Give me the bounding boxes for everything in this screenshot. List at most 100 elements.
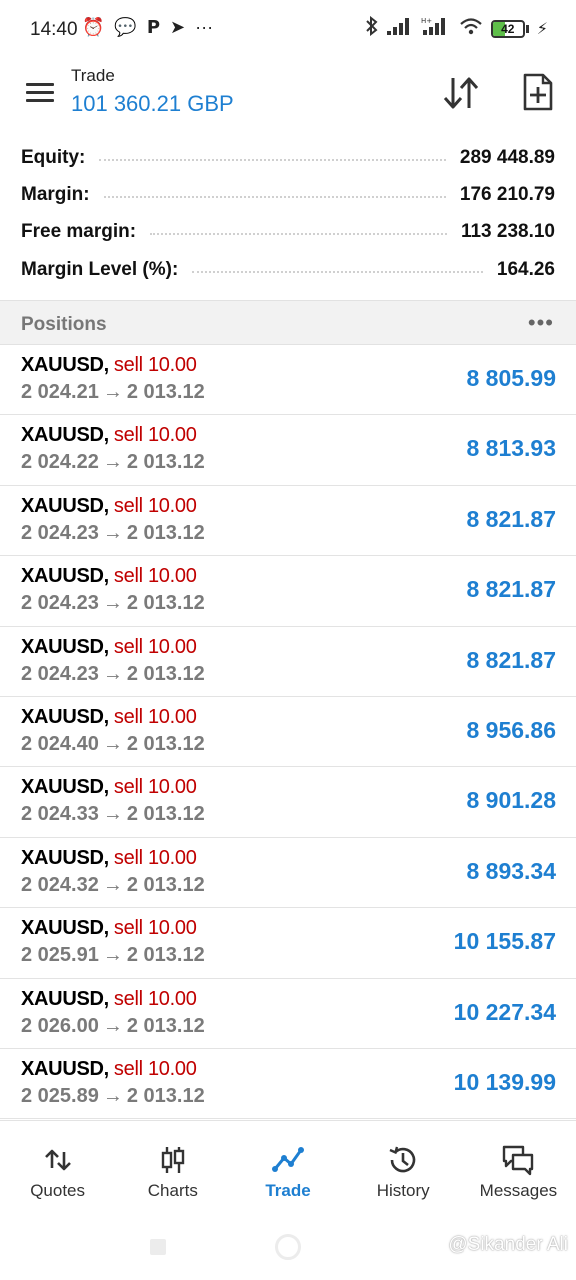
open-price: 2 024.23 bbox=[21, 662, 99, 685]
free-margin-row: Free margin: 113 238.10 bbox=[21, 214, 555, 250]
wifi-icon bbox=[459, 17, 483, 40]
recent-apps-button[interactable] bbox=[150, 1239, 166, 1255]
position-side: sell 10.00 bbox=[113, 354, 197, 376]
current-price: 2 013.12 bbox=[126, 381, 205, 403]
open-price: 2 024.32 bbox=[21, 873, 99, 896]
position-profit: 8 821.87 bbox=[466, 646, 556, 673]
margin-level-row: Margin Level (%): 164.26 bbox=[21, 252, 555, 288]
chat-bubble-icon: 💬 bbox=[114, 17, 137, 37]
positions-list: XAUUSD, sell 10.00 2 024.21 → 2 013.12 8 80… bbox=[0, 345, 576, 1120]
nav-history[interactable]: History bbox=[346, 1121, 461, 1218]
position-profit: 8 893.34 bbox=[466, 857, 556, 884]
quotes-icon bbox=[44, 1149, 71, 1171]
open-price: 2 024.40 bbox=[21, 732, 99, 755]
arrow-right-icon: → bbox=[102, 1084, 123, 1107]
menu-button[interactable] bbox=[26, 78, 56, 108]
position-row[interactable]: XAUUSD, sell 10.00 2 024.32 → 2 013.12 8 89… bbox=[0, 838, 576, 909]
charts-icon bbox=[161, 1147, 184, 1173]
status-time: 14:40 bbox=[30, 19, 78, 40]
home-button[interactable] bbox=[275, 1234, 301, 1260]
position-side: sell 10.00 bbox=[113, 917, 197, 940]
watermark: @Sikander Ali bbox=[448, 1234, 568, 1255]
position-row[interactable]: XAUUSD, sell 10.00 2 025.91 → 2 013.12 10 1… bbox=[0, 908, 576, 979]
nav-charts-label: Charts bbox=[147, 1181, 198, 1200]
nav-messages[interactable]: Messages bbox=[461, 1121, 576, 1218]
sort-icon bbox=[443, 77, 479, 109]
position-symbol: XAUUSD bbox=[21, 987, 104, 1010]
margin-row: Margin: 176 210.79 bbox=[21, 177, 555, 213]
open-price: 2 024.21 bbox=[21, 381, 99, 403]
arrow-right-icon: → bbox=[102, 732, 123, 755]
margin-level-value: 164.26 bbox=[496, 259, 555, 280]
equity-row: Equity: 289 448.89 bbox=[21, 140, 555, 176]
nav-charts[interactable]: Charts bbox=[115, 1121, 230, 1218]
position-symbol: XAUUSD bbox=[21, 846, 104, 869]
position-side: sell 10.00 bbox=[113, 705, 197, 728]
position-side: sell 10.00 bbox=[113, 987, 197, 1010]
position-row[interactable]: XAUUSD, sell 10.00 2 024.40 → 2 013.12 8 95… bbox=[0, 697, 576, 768]
system-navigation: @Sikander Ali bbox=[0, 1218, 576, 1280]
position-symbol: XAUUSD bbox=[21, 354, 104, 376]
more-options-button[interactable]: ••• bbox=[528, 312, 554, 334]
parking-icon: P bbox=[146, 17, 161, 38]
nav-trade-label: Trade bbox=[265, 1181, 311, 1200]
position-side: sell 10.00 bbox=[113, 846, 197, 869]
signal-2-icon: H+ bbox=[421, 16, 451, 41]
free-margin-value: 113 238.10 bbox=[460, 221, 555, 242]
position-side: sell 10.00 bbox=[113, 1057, 197, 1080]
position-profit: 8 901.28 bbox=[466, 787, 556, 814]
nav-quotes[interactable]: Quotes bbox=[0, 1121, 115, 1218]
position-row[interactable]: XAUUSD, sell 10.00 2 024.33 → 2 013.12 8 90… bbox=[0, 767, 576, 838]
position-side: sell 10.00 bbox=[113, 565, 197, 588]
free-margin-label: Free margin: bbox=[21, 221, 137, 242]
position-row[interactable]: XAUUSD, sell 10.00 2 024.23 → 2 013.12 8 82… bbox=[0, 556, 576, 627]
position-symbol: XAUUSD bbox=[21, 917, 104, 940]
position-row[interactable]: XAUUSD, sell 10.00 2 024.23 → 2 013.12 8 82… bbox=[0, 486, 576, 557]
current-price: 2 013.12 bbox=[126, 944, 205, 967]
open-price: 2 025.91 bbox=[21, 944, 99, 967]
current-price: 2 013.12 bbox=[126, 521, 205, 544]
nav-trade[interactable]: Trade bbox=[230, 1121, 345, 1218]
position-row[interactable]: XAUUSD, sell 10.00 2 025.89 → 2 013.12 10 1… bbox=[0, 1049, 576, 1120]
open-price: 2 026.00 bbox=[21, 1014, 99, 1037]
position-profit: 8 821.87 bbox=[466, 505, 556, 532]
status-bar: 14:40 ⏰ 💬 P ➤ ··· H+ 42 ⚡ bbox=[0, 0, 576, 60]
current-price: 2 013.12 bbox=[126, 451, 205, 474]
charging-icon: ⚡ bbox=[536, 20, 548, 38]
arrow-right-icon: → bbox=[102, 873, 123, 896]
position-symbol: XAUUSD bbox=[21, 1057, 104, 1080]
open-price: 2 024.22 bbox=[21, 451, 99, 474]
sort-button[interactable] bbox=[442, 74, 480, 112]
current-price: 2 013.12 bbox=[126, 803, 205, 826]
nav-messages-label: Messages bbox=[479, 1181, 558, 1200]
position-profit: 8 805.99 bbox=[466, 365, 556, 391]
positions-title: Positions bbox=[21, 314, 107, 335]
open-price: 2 024.33 bbox=[21, 803, 99, 826]
position-profit: 8 956.86 bbox=[466, 716, 556, 743]
arrow-right-icon: → bbox=[102, 381, 123, 403]
open-price: 2 025.89 bbox=[21, 1084, 99, 1107]
app-bar: Trade 101 360.21 GBP bbox=[0, 60, 576, 138]
position-symbol: XAUUSD bbox=[21, 705, 104, 728]
position-side: sell 10.00 bbox=[113, 635, 197, 658]
position-row[interactable]: XAUUSD, sell 10.00 2 024.22 → 2 013.12 8 81… bbox=[0, 415, 576, 486]
signal-icon bbox=[386, 17, 413, 40]
margin-label: Margin: bbox=[21, 184, 90, 205]
account-balance: 101 360.21 GBP bbox=[71, 91, 234, 116]
current-price: 2 013.12 bbox=[126, 592, 205, 615]
equity-value: 289 448.89 bbox=[459, 147, 555, 168]
current-price: 2 013.12 bbox=[126, 732, 205, 755]
new-document-icon bbox=[523, 73, 553, 111]
arrow-right-icon: → bbox=[102, 592, 123, 615]
current-price: 2 013.12 bbox=[126, 1014, 205, 1037]
position-row[interactable]: XAUUSD, sell 10.00 2 024.23 → 2 013.12 8 82… bbox=[0, 627, 576, 697]
history-icon bbox=[389, 1146, 416, 1173]
position-row[interactable]: XAUUSD, sell 10.00 2 026.00 → 2 013.12 10 2… bbox=[0, 979, 576, 1049]
new-order-button[interactable] bbox=[520, 72, 556, 112]
positions-header: Positions ••• bbox=[0, 300, 576, 345]
nav-quotes-label: Quotes bbox=[30, 1181, 85, 1200]
current-price: 2 013.12 bbox=[126, 662, 205, 685]
position-profit: 10 139.99 bbox=[453, 1068, 556, 1095]
position-row[interactable]: XAUUSD, sell 10.00 2 024.21 → 2 013.12 8 80… bbox=[0, 345, 576, 416]
account-summary: Equity: 289 448.89 Margin: 176 210.79 Fr… bbox=[0, 138, 576, 300]
